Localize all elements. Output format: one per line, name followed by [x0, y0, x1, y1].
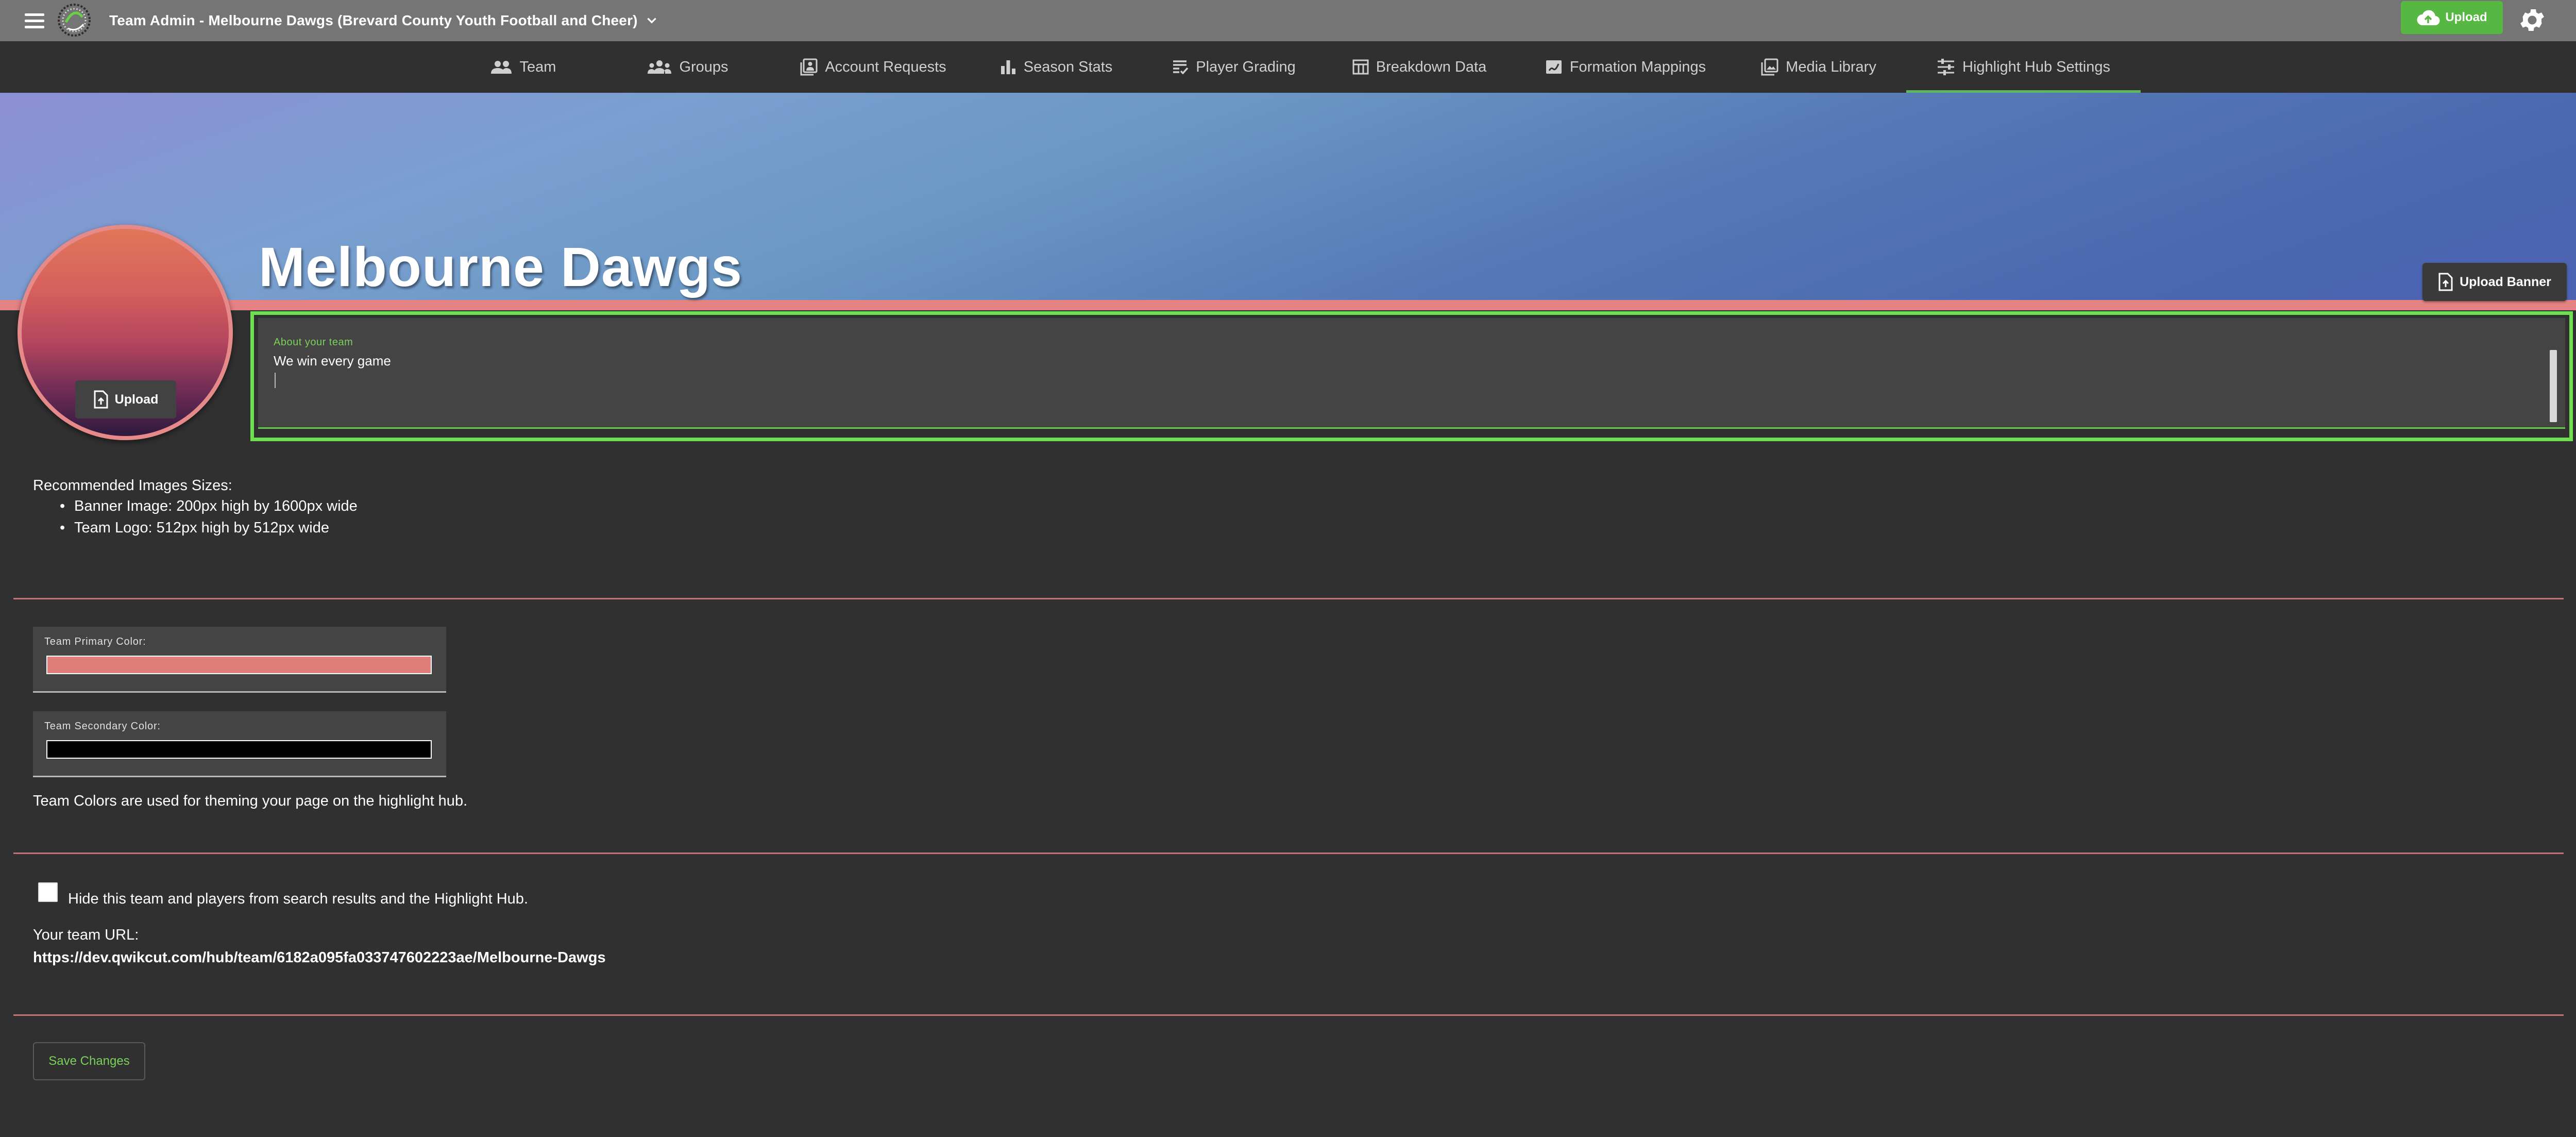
- groups-icon: [648, 60, 672, 74]
- tab-label: Account Requests: [825, 58, 946, 75]
- primary-color-label: Team Primary Color:: [44, 636, 146, 647]
- tab-label: Formation Mappings: [1569, 58, 1706, 75]
- account-box-icon: [800, 58, 818, 76]
- people-icon: [490, 61, 512, 74]
- about-team-field-bg: About your team We win every game: [258, 318, 2565, 427]
- tab-highlight-hub-settings[interactable]: Highlight Hub Settings: [1906, 41, 2141, 93]
- primary-color-swatch[interactable]: [46, 656, 432, 674]
- about-team-label: About your team: [274, 337, 353, 348]
- section-divider: [13, 598, 2564, 599]
- save-changes-label: Save Changes: [48, 1054, 130, 1068]
- chevron-down-icon: [647, 18, 656, 24]
- primary-color-picker[interactable]: Team Primary Color:: [33, 627, 446, 693]
- hamburger-menu-icon[interactable]: [19, 7, 52, 34]
- secondary-color-label: Team Secondary Color:: [44, 721, 161, 732]
- file-upload-icon: [94, 390, 108, 409]
- grading-list-icon: [1173, 60, 1189, 75]
- tab-team[interactable]: Team: [484, 41, 562, 93]
- upload-banner-button[interactable]: Upload Banner: [2422, 263, 2567, 301]
- tab-breakdown-data[interactable]: Breakdown Data: [1345, 41, 1494, 93]
- table-icon: [1352, 59, 1369, 75]
- primary-color-stripe: [0, 300, 2576, 310]
- list-item: Banner Image: 200px high by 1600px wide: [33, 498, 358, 520]
- tab-media-library[interactable]: Media Library: [1752, 41, 1886, 93]
- upload-logo-label: Upload: [114, 392, 159, 407]
- tab-formation-mappings[interactable]: Formation Mappings: [1535, 41, 1716, 93]
- gear-icon[interactable]: [2517, 5, 2547, 35]
- draw-icon: [1546, 60, 1562, 74]
- tab-season-stats[interactable]: Season Stats: [994, 41, 1118, 93]
- tab-label: Breakdown Data: [1376, 58, 1487, 75]
- recommended-sizes-list: Banner Image: 200px high by 1600px wide …: [33, 498, 358, 541]
- tab-label: Groups: [679, 58, 728, 75]
- bar-chart-icon: [1001, 60, 1015, 74]
- list-item: Team Logo: 512px high by 512px wide: [33, 520, 358, 541]
- file-upload-icon: [2438, 273, 2453, 291]
- upload-logo-button[interactable]: Upload: [75, 380, 176, 419]
- field-underline: [258, 427, 2565, 429]
- team-colors-note: Team Colors are used for theming your pa…: [33, 793, 468, 809]
- section-divider: [13, 1014, 2564, 1016]
- team-url-label: Your team URL:: [33, 927, 139, 943]
- photo-library-icon: [1761, 58, 1778, 76]
- team-url-value: https://dev.qwikcut.com/hub/team/6182a09…: [33, 949, 606, 966]
- hide-team-checkbox[interactable]: [38, 882, 58, 902]
- recommended-sizes-title: Recommended Images Sizes:: [33, 477, 232, 494]
- upload-button-label: Upload: [2445, 10, 2487, 24]
- about-team-value[interactable]: We win every game: [274, 353, 391, 369]
- text-cursor: [275, 373, 276, 388]
- app-logo-icon: [58, 4, 91, 37]
- tab-groups[interactable]: Groups: [644, 41, 732, 93]
- hide-team-label[interactable]: Hide this team and players from search r…: [68, 891, 528, 908]
- tab-bar: Team Groups Account Requests Season Stat…: [0, 41, 2576, 93]
- about-team-textarea[interactable]: About your team We win every game: [250, 311, 2573, 441]
- tab-label: Season Stats: [1023, 58, 1113, 75]
- secondary-color-picker[interactable]: Team Secondary Color:: [33, 711, 446, 777]
- tab-player-grading[interactable]: Player Grading: [1164, 41, 1303, 93]
- secondary-color-swatch[interactable]: [46, 740, 432, 759]
- tab-label: Player Grading: [1196, 58, 1296, 75]
- cloud-upload-icon: [2417, 10, 2440, 26]
- team-selector-label: Team Admin - Melbourne Dawgs (Brevard Co…: [109, 12, 638, 28]
- tab-account-requests[interactable]: Account Requests: [793, 41, 953, 93]
- section-divider: [13, 852, 2564, 854]
- top-app-bar: Team Admin - Melbourne Dawgs (Brevard Co…: [0, 0, 2576, 41]
- upload-banner-label: Upload Banner: [2460, 274, 2551, 289]
- team-name-title: Melbourne Dawgs: [259, 236, 743, 298]
- tab-label: Highlight Hub Settings: [1962, 58, 2110, 75]
- save-changes-button[interactable]: Save Changes: [33, 1042, 145, 1080]
- team-selector-dropdown[interactable]: Team Admin - Melbourne Dawgs (Brevard Co…: [109, 7, 658, 34]
- tune-icon: [1938, 59, 1955, 75]
- tab-label: Team: [519, 58, 556, 75]
- tab-label: Media Library: [1786, 58, 1876, 75]
- textarea-scrollbar[interactable]: [2550, 350, 2557, 422]
- upload-button[interactable]: Upload: [2401, 1, 2503, 34]
